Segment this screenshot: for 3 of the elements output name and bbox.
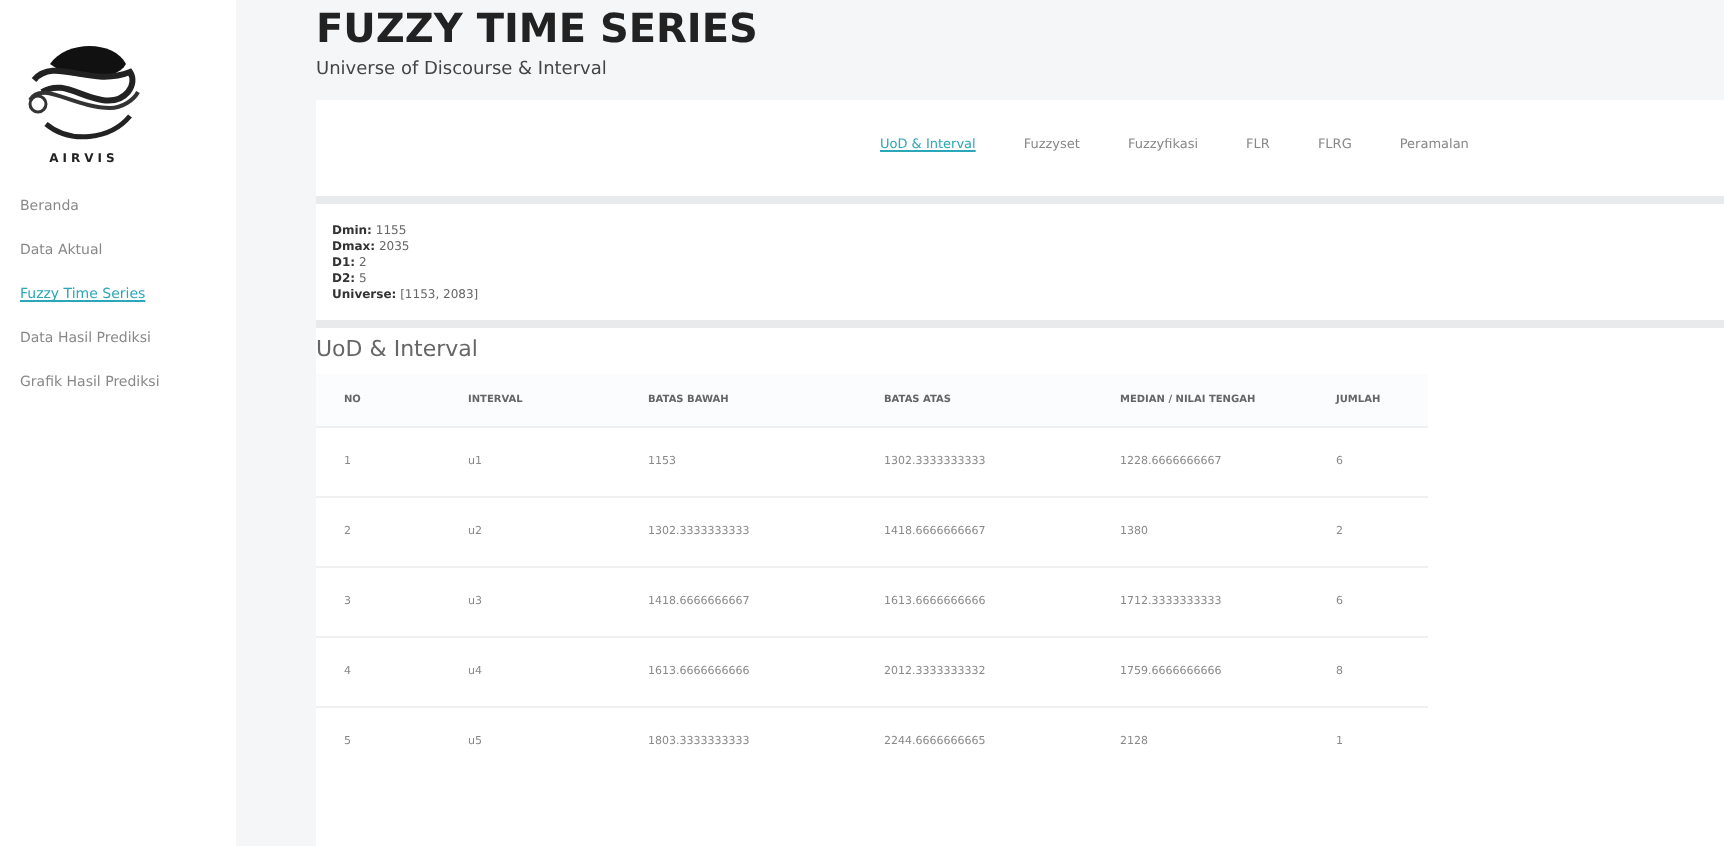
page-title: FUZZY TIME SERIES (316, 2, 760, 52)
table-title: UoD & Interval (316, 336, 480, 366)
page-subtitle: Universe of Discourse & Interval (316, 60, 609, 80)
